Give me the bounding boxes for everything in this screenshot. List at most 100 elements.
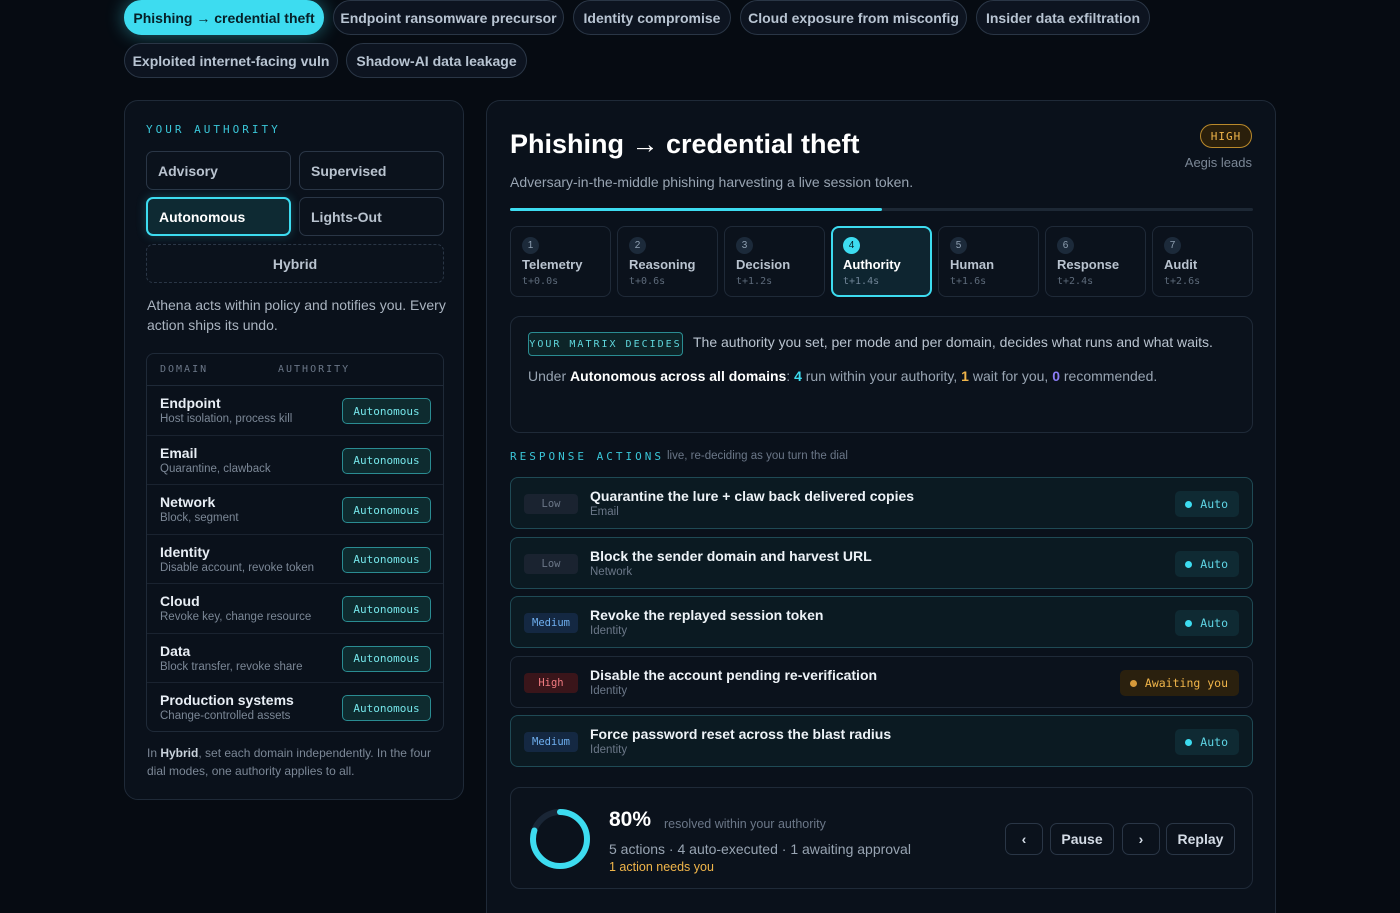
table-row: Email Quarantine, clawback Autonomous	[147, 436, 443, 485]
stage-number: 2	[629, 237, 646, 254]
action-title: Force password reset across the blast ra…	[590, 726, 892, 742]
domain-actions: Disable account, revoke token	[160, 561, 315, 574]
domain-name: Data	[160, 642, 191, 659]
action-title: Revoke the replayed session token	[590, 607, 824, 623]
risk-badge: Low	[524, 554, 578, 574]
action-status: Auto	[1175, 491, 1239, 517]
stage-telemetry[interactable]: 1 Telemetry t+0.0s	[510, 226, 611, 297]
stage-decision[interactable]: 3 Decision t+1.2s	[724, 226, 825, 297]
lead-agent: Aegis leads	[1184, 155, 1252, 170]
action-row[interactable]: High Disable the account pending re-veri…	[510, 656, 1253, 708]
stage-audit[interactable]: 7 Audit t+2.6s	[1152, 226, 1253, 297]
matrix-decision-box: YOUR MATRIX DECIDES The authority you se…	[510, 316, 1253, 433]
mode-lights-out-button[interactable]: Lights-Out	[299, 197, 444, 236]
authority-select-identity[interactable]: Autonomous	[342, 546, 431, 573]
authority-panel: YOUR AUTHORITY Advisory Supervised Auton…	[124, 100, 464, 800]
authority-select-network[interactable]: Autonomous	[342, 497, 431, 523]
next-step-button[interactable]: ›	[1122, 823, 1160, 855]
stage-name: Reasoning	[629, 257, 696, 272]
scenario-pill-ransomware[interactable]: Endpoint ransomware precursor	[333, 0, 564, 35]
matrix-colon: :	[786, 368, 795, 384]
action-status: Auto	[1175, 551, 1239, 577]
domain-name: Identity	[160, 543, 210, 560]
stage-name: Authority	[843, 257, 901, 272]
matrix-pre: Under	[528, 368, 571, 384]
stage-name: Decision	[736, 257, 791, 272]
stage-time: t+2.4s	[1057, 276, 1094, 287]
status-label: Auto	[1200, 497, 1228, 511]
action-title: Disable the account pending re-verificat…	[590, 667, 878, 683]
pipeline-progress-bar	[510, 208, 1253, 211]
table-row: Endpoint Host isolation, process kill Au…	[147, 386, 443, 436]
scenario-pill-identity[interactable]: Identity compromise	[573, 0, 731, 35]
needs-you-note: 1 action needs you	[609, 860, 714, 874]
resolution-summary: 80% resolved within your authority 5 act…	[510, 787, 1253, 889]
domain-name: Endpoint	[160, 395, 221, 411]
incident-title: Phishing → credential theft	[510, 129, 860, 159]
action-row[interactable]: Low Quarantine the lure + claw back deli…	[510, 477, 1253, 529]
status-dot-icon	[1129, 679, 1137, 687]
scenario-pill-vuln[interactable]: Exploited internet-facing vuln	[124, 43, 338, 78]
authority-select-email[interactable]: Autonomous	[342, 447, 431, 474]
mode-supervised-button[interactable]: Supervised	[299, 151, 444, 190]
action-row[interactable]: Medium Force password reset across the b…	[510, 715, 1253, 767]
scenario-pill-insider[interactable]: Insider data exfiltration	[976, 0, 1150, 35]
mode-autonomous-button[interactable]: Autonomous	[146, 197, 291, 236]
stage-time: t+1.2s	[736, 276, 773, 287]
action-domain: Identity	[590, 744, 628, 756]
domain-authority-table: DOMAIN AUTHORITY Endpoint Host isolation…	[146, 353, 444, 732]
previous-step-button[interactable]: ‹	[1005, 823, 1043, 855]
status-label: Awaiting you	[1144, 676, 1228, 690]
matrix-tag: YOUR MATRIX DECIDES	[528, 332, 683, 356]
status-dot-icon	[1185, 560, 1193, 568]
stage-name: Response	[1057, 257, 1120, 272]
risk-badge: Medium	[524, 613, 578, 633]
stage-time: t+0.6s	[629, 276, 666, 287]
action-row[interactable]: Medium Revoke the replayed session token…	[510, 596, 1253, 648]
status-dot-icon	[1185, 500, 1193, 508]
hybrid-note-pre: In	[147, 746, 161, 760]
scenario-pill-shadow-ai[interactable]: Shadow-AI data leakage	[346, 43, 527, 78]
wait-count: 1	[961, 368, 969, 384]
stage-number: 7	[1164, 237, 1181, 254]
action-title: Quarantine the lure + claw back delivere…	[590, 488, 915, 504]
hybrid-note: In Hybrid, set each domain independently…	[147, 744, 447, 780]
authority-select-production[interactable]: Autonomous	[342, 695, 431, 721]
stage-name: Audit	[1164, 257, 1198, 272]
action-row[interactable]: Low Block the sender domain and harvest …	[510, 537, 1253, 589]
table-row: Cloud Revoke key, change resource Autono…	[147, 584, 443, 634]
column-header-domain: DOMAIN	[160, 364, 209, 375]
domain-actions: Quarantine, clawback	[160, 462, 271, 475]
risk-badge: Medium	[524, 732, 578, 752]
stage-authority[interactable]: 4 Authority t+1.4s	[831, 226, 932, 297]
status-dot-icon	[1185, 619, 1193, 627]
matrix-outcome: Under Autonomous across all domains: 4 r…	[528, 368, 1157, 384]
action-status: Auto	[1175, 729, 1239, 755]
domain-actions: Host isolation, process kill	[160, 413, 293, 425]
scenario-pill-phishing[interactable]: Phishing → credential theft	[124, 0, 324, 35]
stage-number: 5	[950, 237, 967, 254]
mode-advisory-button[interactable]: Advisory	[146, 151, 291, 190]
scenario-pill-cloud[interactable]: Cloud exposure from misconfig	[740, 0, 967, 35]
authority-select-endpoint[interactable]: Autonomous	[342, 398, 431, 424]
table-row: Identity Disable account, revoke token A…	[147, 535, 443, 584]
stage-number: 6	[1057, 237, 1074, 254]
stage-name: Human	[950, 257, 995, 272]
table-row: Production systems Change-controlled ass…	[147, 683, 443, 731]
stage-response[interactable]: 6 Response t+2.4s	[1045, 226, 1146, 297]
replay-button[interactable]: Replay	[1166, 823, 1235, 855]
stage-time: t+1.6s	[950, 276, 987, 287]
domain-actions: Block, segment	[160, 512, 239, 524]
stage-human[interactable]: 5 Human t+1.6s	[938, 226, 1039, 297]
stage-time: t+0.0s	[522, 276, 559, 287]
risk-badge: Low	[524, 494, 578, 514]
action-domain: Email	[590, 506, 619, 518]
action-status[interactable]: Awaiting you	[1119, 670, 1239, 696]
mode-hybrid-button[interactable]: Hybrid	[146, 244, 444, 283]
pause-button[interactable]: Pause	[1050, 823, 1114, 855]
stage-time: t+2.6s	[1164, 276, 1201, 287]
authority-select-cloud[interactable]: Autonomous	[342, 596, 431, 622]
status-label: Auto	[1200, 735, 1228, 749]
authority-select-data[interactable]: Autonomous	[342, 645, 431, 672]
stage-reasoning[interactable]: 2 Reasoning t+0.6s	[617, 226, 718, 297]
